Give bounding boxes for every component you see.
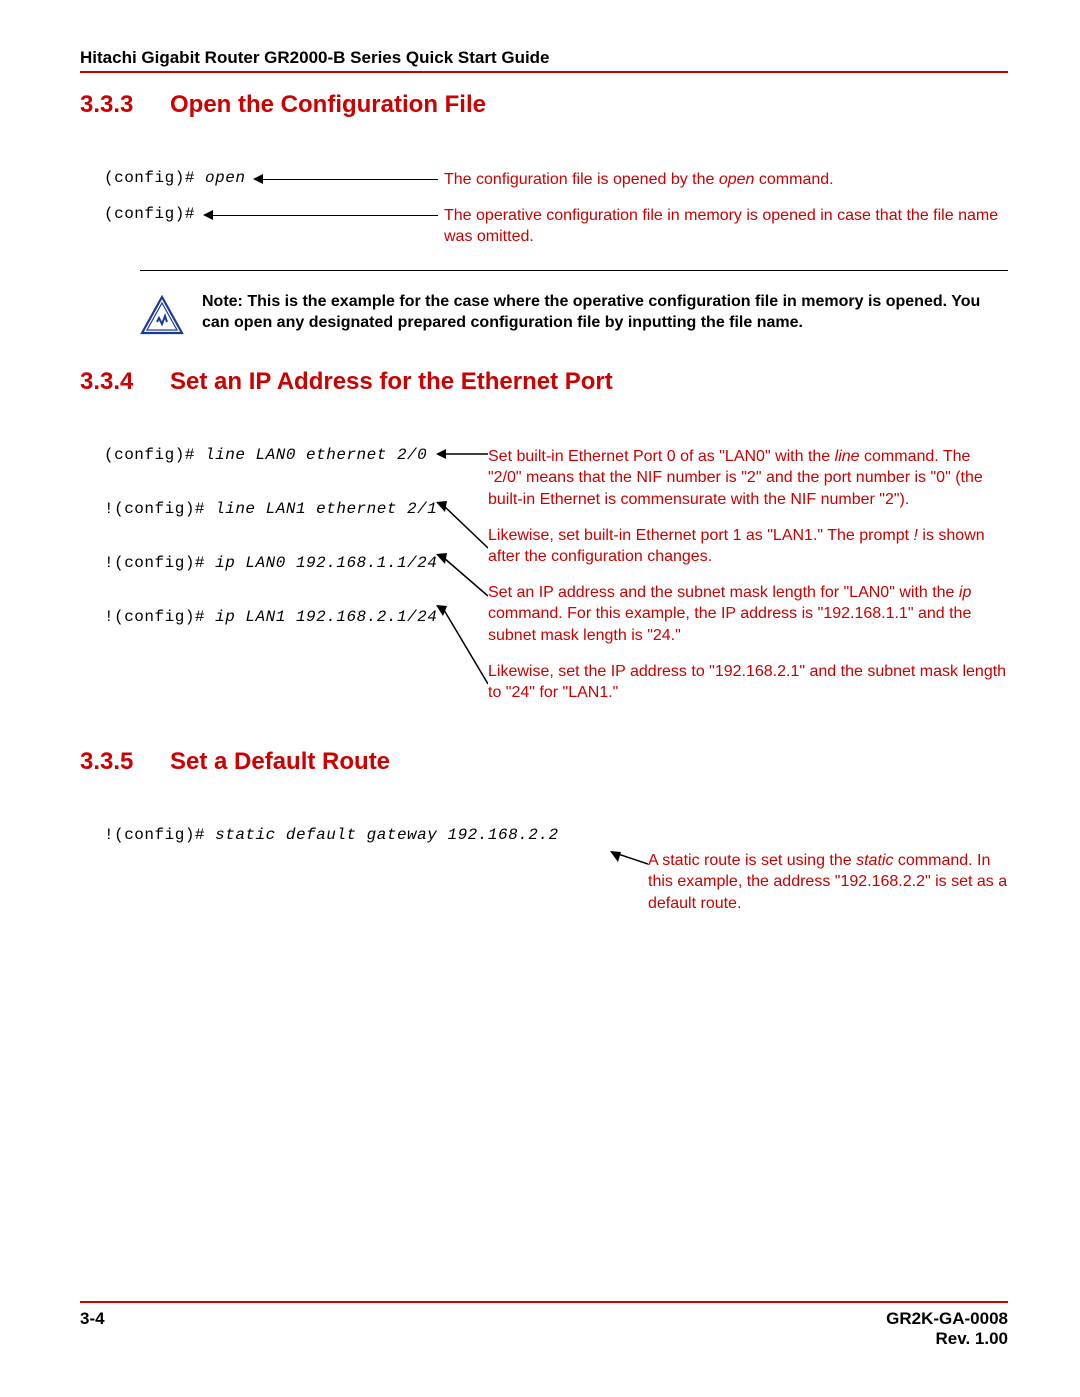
arrow-icon — [253, 175, 438, 183]
s335-cmd-row: !(config)# static default gateway 192.16… — [104, 826, 1008, 844]
s334-commands: (config)# line LAN0 ethernet 2/0 !(confi… — [104, 446, 434, 662]
s334-expl3: Set an IP address and the subnet mask le… — [488, 582, 1008, 647]
s334-explanations: Set built-in Ethernet Port 0 of as "LAN0… — [488, 446, 1008, 718]
caution-icon — [140, 295, 184, 340]
s333-expl2: The operative configuration file in memo… — [444, 205, 1008, 248]
footer-docid: GR2K-GA-0008 Rev. 1.00 — [886, 1309, 1008, 1349]
s335-expl-row: A static route is set using the static c… — [104, 850, 1008, 915]
s334-expl4: Likewise, set the IP address to "192.168… — [488, 661, 1008, 704]
section-num: 3.3.5 — [80, 748, 170, 776]
note-text: Note: This is the example for the case w… — [202, 291, 998, 334]
s333-row-2: (config)# The operative configuration fi… — [104, 205, 1008, 248]
s333-expl1: The configuration file is opened by the … — [444, 169, 1008, 191]
page-footer: 3-4 GR2K-GA-0008 Rev. 1.00 — [80, 1301, 1008, 1349]
arrow-icon — [434, 446, 488, 716]
arrow-icon — [203, 211, 438, 219]
section-heading-333: 3.3.3 Open the Configuration File — [80, 91, 1008, 119]
section-333-body: (config)# open The configuration file is… — [104, 151, 1008, 248]
footer-page-number: 3-4 — [80, 1309, 105, 1349]
s334-cmd3: !(config)# ip LAN0 192.168.1.1/24 — [104, 554, 434, 572]
section-334-body: (config)# line LAN0 ethernet 2/0 !(confi… — [104, 428, 1008, 718]
s334-expl1: Set built-in Ethernet Port 0 of as "LAN0… — [488, 446, 1008, 511]
s334-arrows — [434, 446, 488, 706]
section-num: 3.3.4 — [80, 368, 170, 396]
s333-cmd2: (config)# — [104, 205, 201, 223]
s334-expl2: Likewise, set built-in Ethernet port 1 a… — [488, 525, 1008, 568]
section-title: Set an IP Address for the Ethernet Port — [170, 368, 613, 396]
section-heading-334: 3.3.4 Set an IP Address for the Ethernet… — [80, 368, 1008, 396]
s334-row: (config)# line LAN0 ethernet 2/0 !(confi… — [104, 446, 1008, 718]
s334-cmd2: !(config)# line LAN1 ethernet 2/1 — [104, 500, 434, 518]
section-title: Set a Default Route — [170, 748, 390, 776]
s333-cmd1: (config)# open — [104, 169, 251, 187]
s335-expl: A static route is set using the static c… — [648, 850, 1008, 915]
arrow-icon — [608, 850, 648, 874]
page: Hitachi Gigabit Router GR2000-B Series Q… — [0, 0, 1080, 1397]
note-block: Note: This is the example for the case w… — [140, 291, 998, 340]
s334-cmd1: (config)# line LAN0 ethernet 2/0 — [104, 446, 434, 464]
s335-arrow — [608, 850, 648, 870]
s335-cmd1: !(config)# static default gateway 192.16… — [104, 826, 1008, 844]
section-num: 3.3.3 — [80, 91, 170, 119]
doc-header-title: Hitachi Gigabit Router GR2000-B Series Q… — [80, 48, 1008, 73]
section-title: Open the Configuration File — [170, 91, 486, 119]
s333-row-1: (config)# open The configuration file is… — [104, 169, 1008, 191]
horizontal-rule — [140, 270, 1008, 271]
section-heading-335: 3.3.5 Set a Default Route — [80, 748, 1008, 776]
s334-cmd4: !(config)# ip LAN1 192.168.2.1/24 — [104, 608, 434, 626]
section-335-body: !(config)# static default gateway 192.16… — [104, 808, 1008, 915]
